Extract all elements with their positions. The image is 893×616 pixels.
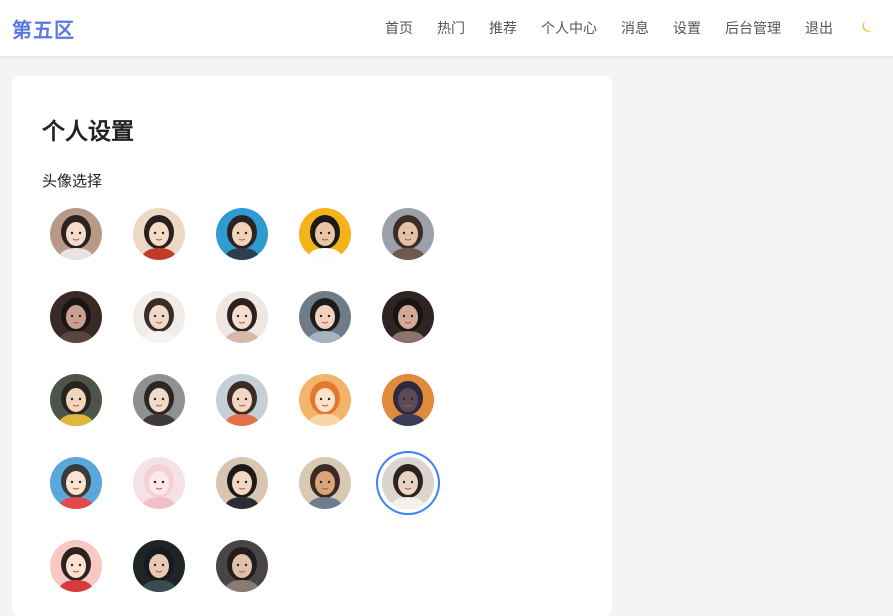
nav-item-profile[interactable]: 个人中心 xyxy=(541,18,597,38)
avatar-cartoon-kid[interactable] xyxy=(50,457,102,509)
avatar-girl-red-dress[interactable] xyxy=(133,208,185,260)
nav-item-recommend[interactable]: 推荐 xyxy=(489,18,517,38)
avatar-guy-white[interactable] xyxy=(382,457,434,509)
nav-item-settings[interactable]: 设置 xyxy=(673,18,701,38)
avatar-girl-shadow[interactable] xyxy=(382,291,434,343)
avatar-girl-pink-bg[interactable] xyxy=(50,540,102,592)
nav-item-home[interactable]: 首页 xyxy=(385,18,413,38)
avatar-man-yellow[interactable] xyxy=(299,208,351,260)
page-title: 个人设置 xyxy=(42,119,134,145)
top-navbar: 第五区 首页 热门 推荐 个人中心 消息 设置 后台管理 退出 xyxy=(0,0,893,56)
avatar-girl-smile[interactable] xyxy=(216,291,268,343)
avatar-girl-flowers[interactable] xyxy=(216,374,268,426)
avatar-dark-girl[interactable] xyxy=(50,291,102,343)
avatar-girl-orange-hair[interactable] xyxy=(299,374,351,426)
nav-item-hot[interactable]: 热门 xyxy=(437,18,465,38)
avatar-anime-pink[interactable] xyxy=(133,457,185,509)
avatar-boy-anime[interactable] xyxy=(299,457,351,509)
avatar-boy-cartoon[interactable] xyxy=(133,374,185,426)
avatar-girl-white[interactable] xyxy=(133,291,185,343)
moon-icon[interactable] xyxy=(861,18,877,38)
avatar-selfie[interactable] xyxy=(382,208,434,260)
settings-card: 个人设置 头像选择 xyxy=(12,76,612,616)
avatar-girl-outdoor[interactable] xyxy=(299,291,351,343)
avatar-girl-dark-bg[interactable] xyxy=(133,540,185,592)
site-logo[interactable]: 第五区 xyxy=(12,14,75,43)
avatar-girl-bob[interactable] xyxy=(216,457,268,509)
nav-item-admin[interactable]: 后台管理 xyxy=(725,18,781,38)
avatar-girl-illustration[interactable] xyxy=(50,208,102,260)
nav-item-logout[interactable]: 退出 xyxy=(805,18,833,38)
avatar-girl-yellow[interactable] xyxy=(50,374,102,426)
avatar-sunset[interactable] xyxy=(382,374,434,426)
nav-menu: 首页 热门 推荐 个人中心 消息 设置 后台管理 退出 xyxy=(385,0,877,56)
nav-item-messages[interactable]: 消息 xyxy=(621,18,649,38)
avatar-boy-glasses[interactable] xyxy=(216,208,268,260)
avatar-section-label: 头像选择 xyxy=(42,172,103,190)
avatar-girl-moody[interactable] xyxy=(216,540,268,592)
